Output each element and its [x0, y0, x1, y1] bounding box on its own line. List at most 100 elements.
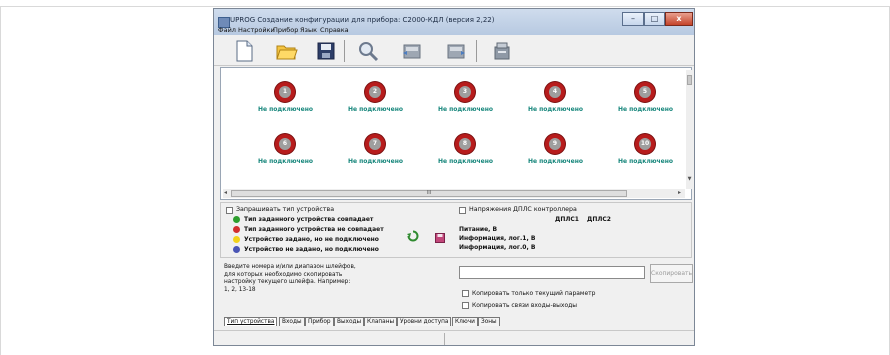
- status-dot-yellow-icon: [233, 236, 240, 243]
- voltage-col-dpls1: ДПЛС1: [555, 216, 579, 223]
- voltage-row: Информация, лог.1, В: [459, 235, 536, 242]
- loop-indicator-icon: 1: [275, 82, 295, 102]
- loop-number: 6: [279, 138, 291, 150]
- tab-zones[interactable]: Зоны: [478, 317, 500, 326]
- copy-io-links-label: Копировать связи входы-выходы: [472, 302, 578, 309]
- loop-status: Не подключено: [527, 158, 584, 165]
- toolbar-separator: [476, 40, 477, 62]
- page-frame-top: [0, 6, 890, 7]
- loop-3[interactable]: 3 Не подключено: [433, 82, 503, 122]
- voltage-label: Напряжения ДПЛС контроллера: [469, 206, 577, 213]
- loop-10[interactable]: 10 Не подключено: [613, 134, 683, 174]
- loop-indicator-icon: 7: [365, 134, 385, 154]
- loop-status: Не подключено: [347, 106, 404, 113]
- menu-help[interactable]: Справка: [320, 26, 349, 34]
- horizontal-scrollbar[interactable]: ◂ III ▸: [223, 189, 685, 198]
- copy-button[interactable]: Скопировать: [650, 264, 693, 283]
- device-settings-icon[interactable]: [490, 39, 514, 63]
- menu-device[interactable]: Прибор: [273, 26, 298, 34]
- status-bar: [214, 330, 694, 347]
- copy-current-param-checkbox[interactable]: [462, 290, 469, 297]
- status-dot-blue-icon: [233, 246, 240, 253]
- loop-number: 9: [549, 138, 561, 150]
- request-type-label: Запрашивать тип устройства: [236, 206, 335, 213]
- status-dot-red-icon: [233, 226, 240, 233]
- loop-7[interactable]: 7 Не подключено: [343, 134, 413, 174]
- copy-io-links-checkbox[interactable]: [462, 302, 469, 309]
- loop-status: Не подключено: [347, 158, 404, 165]
- status-divider: [444, 333, 445, 345]
- loop-indicator-icon: 3: [455, 82, 475, 102]
- loop-2[interactable]: 2 Не подключено: [343, 82, 413, 122]
- menu-file[interactable]: Файл: [218, 26, 236, 34]
- loop-6[interactable]: 6 Не подключено: [253, 134, 323, 174]
- tab-keys[interactable]: Ключи: [452, 317, 478, 326]
- tab-access-levels[interactable]: Уровни доступа: [397, 317, 452, 326]
- window-title: UPROG Создание конфигурации для прибора:…: [230, 16, 495, 24]
- loop-status: Не подключено: [257, 106, 314, 113]
- open-folder-icon[interactable]: [274, 39, 298, 63]
- loop-indicator-icon: 2: [365, 82, 385, 102]
- loop-5[interactable]: 5 Не подключено: [613, 82, 683, 122]
- scroll-down-arrow-icon[interactable]: ▼: [686, 176, 693, 184]
- search-icon[interactable]: [356, 39, 380, 63]
- voltage-checkbox[interactable]: [459, 207, 466, 214]
- save-icon[interactable]: [435, 228, 445, 243]
- voltage-row: Питание, В: [459, 226, 498, 233]
- loop-number: 5: [639, 86, 651, 98]
- loop-1[interactable]: 1 Не подключено: [253, 82, 323, 122]
- legend-item: Устройство задано, но не подключено: [244, 236, 379, 243]
- tab-device-type[interactable]: Тип устройства: [224, 317, 278, 326]
- legend-panel: Запрашивать тип устройства Тип заданного…: [220, 202, 692, 258]
- status-dot-green-icon: [233, 216, 240, 223]
- copy-current-param-label: Копировать только текущий параметр: [472, 290, 596, 297]
- vertical-scrollbar[interactable]: ▼: [686, 70, 693, 189]
- loop-status: Не подключено: [437, 158, 494, 165]
- loop-indicator-icon: 4: [545, 82, 565, 102]
- new-file-icon[interactable]: [232, 39, 256, 63]
- loop-number: 2: [369, 86, 381, 98]
- menu-language[interactable]: Язык: [300, 26, 317, 34]
- loop-number: 7: [369, 138, 381, 150]
- loops-panel: 1 Не подключено 2 Не подключено 3 Не под…: [220, 67, 693, 200]
- toolbar: [214, 37, 694, 66]
- loop-range-input[interactable]: [459, 266, 645, 279]
- tab-device[interactable]: Прибор: [305, 317, 334, 326]
- refresh-icon[interactable]: [407, 227, 419, 242]
- copy-hint: Введите номера и/или диапазон шлейфов, д…: [224, 264, 356, 293]
- vertical-scroll-thumb[interactable]: [687, 75, 692, 85]
- loop-status: Не подключено: [527, 106, 584, 113]
- loop-4[interactable]: 4 Не подключено: [523, 82, 593, 122]
- loop-indicator-icon: 6: [275, 134, 295, 154]
- voltage-col-dpls2: ДПЛС2: [587, 216, 611, 223]
- read-from-device-icon[interactable]: [400, 39, 424, 63]
- scroll-left-arrow-icon[interactable]: ◂: [224, 189, 227, 196]
- voltage-row: Информация, лог.0, В: [459, 244, 536, 251]
- loop-status: Не подключено: [257, 158, 314, 165]
- request-type-checkbox[interactable]: [226, 207, 233, 214]
- toolbar-separator: [344, 40, 345, 62]
- tab-bar: Тип устройства Входы Прибор Выходы Клапа…: [224, 317, 684, 327]
- horizontal-scroll-thumb[interactable]: III: [231, 190, 627, 197]
- tab-outputs[interactable]: Выходы: [334, 317, 365, 326]
- write-to-device-icon[interactable]: [444, 39, 468, 63]
- legend-item: Тип заданного устройства не совпадает: [244, 226, 384, 233]
- loop-indicator-icon: 9: [545, 134, 565, 154]
- loop-indicator-icon: 10: [635, 134, 655, 154]
- loop-status: Не подключено: [617, 106, 674, 113]
- loop-status: Не подключено: [617, 158, 674, 165]
- save-icon[interactable]: [314, 39, 338, 63]
- tab-valves[interactable]: Клапаны: [364, 317, 398, 326]
- loop-indicator-icon: 8: [455, 134, 475, 154]
- loop-indicator-icon: 5: [635, 82, 655, 102]
- loop-8[interactable]: 8 Не подключено: [433, 134, 503, 174]
- loop-9[interactable]: 9 Не подключено: [523, 134, 593, 174]
- scroll-right-arrow-icon[interactable]: ▸: [678, 189, 681, 196]
- app-window: UPROG Создание конфигурации для прибора:…: [213, 8, 695, 346]
- loop-number: 3: [459, 86, 471, 98]
- loop-number: 10: [639, 138, 651, 150]
- loop-number: 4: [549, 86, 561, 98]
- loop-number: 8: [459, 138, 471, 150]
- tab-inputs[interactable]: Входы: [279, 317, 305, 326]
- menu-settings[interactable]: Настройки: [238, 26, 275, 34]
